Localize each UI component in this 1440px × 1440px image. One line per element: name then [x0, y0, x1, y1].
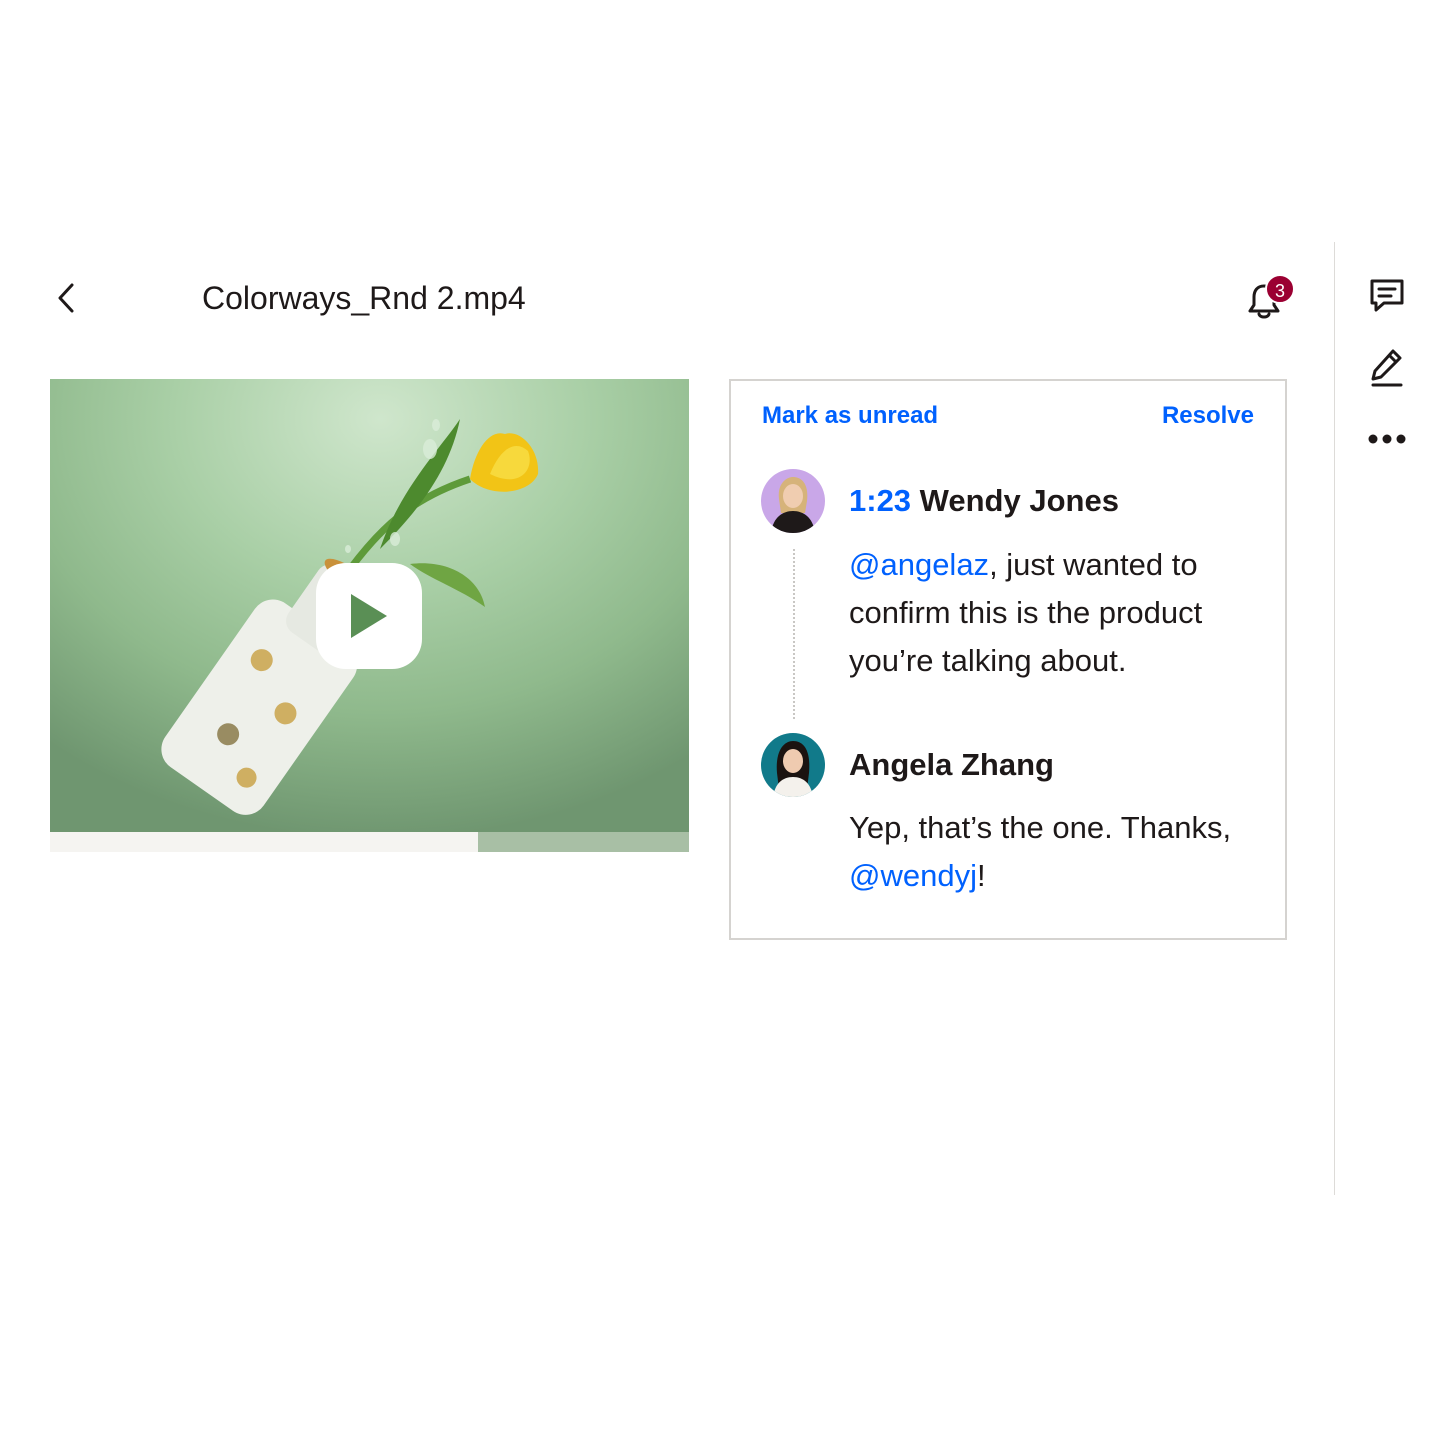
comment-author: Wendy Jones: [919, 483, 1119, 518]
more-horizontal-icon: [1368, 434, 1406, 444]
comment-body-angela: Yep, that’s the one. Thanks, @wendyj!: [849, 804, 1269, 900]
avatar-wendy-jones: [761, 469, 825, 533]
chevron-left-icon: [58, 283, 74, 313]
mark-as-unread-button[interactable]: Mark as unread: [762, 399, 938, 433]
comment-header-wendy: 1:23 Wendy Jones: [849, 481, 1119, 521]
avatar-angela-zhang: [761, 733, 825, 797]
angela-zhang-photo: [761, 733, 825, 797]
wendy-jones-photo: [761, 469, 825, 533]
video-player[interactable]: [50, 379, 689, 852]
video-frame: [50, 379, 689, 832]
comment-timestamp[interactable]: 1:23: [849, 483, 911, 518]
mention-link[interactable]: @angelaz: [849, 547, 989, 582]
progress-played: [50, 832, 479, 852]
resolve-button[interactable]: Resolve: [1162, 399, 1254, 433]
video-progress-bar[interactable]: [50, 832, 689, 852]
notifications-button[interactable]: 3: [1240, 274, 1296, 324]
comment-header-angela: Angela Zhang: [849, 745, 1054, 785]
comment-icon: [1370, 279, 1404, 312]
thread-connector: [793, 549, 795, 719]
pencil-icon: [1371, 349, 1403, 387]
comment-body-wendy: @angelaz, just wanted to confirm this is…: [849, 541, 1269, 685]
file-title: Colorways_Rnd 2.mp4: [202, 280, 526, 316]
comment-text-end: !: [976, 858, 986, 893]
mention-link[interactable]: @wendyj: [849, 858, 977, 893]
play-button[interactable]: [316, 563, 422, 669]
comments-rail-button[interactable]: [1362, 270, 1412, 320]
comment-text: Yep, that’s the one. Thanks,: [849, 810, 1232, 845]
edit-rail-button[interactable]: [1362, 342, 1412, 392]
back-button[interactable]: [44, 276, 88, 320]
play-icon: [351, 594, 387, 638]
notification-count-badge: 3: [1265, 274, 1295, 304]
comment-author: Angela Zhang: [849, 747, 1054, 782]
comment-thread-card: Mark as unread Resolve 1:23 Wendy Jones …: [729, 379, 1287, 940]
sidebar-divider: [1334, 242, 1335, 1195]
more-options-button[interactable]: [1362, 414, 1412, 464]
